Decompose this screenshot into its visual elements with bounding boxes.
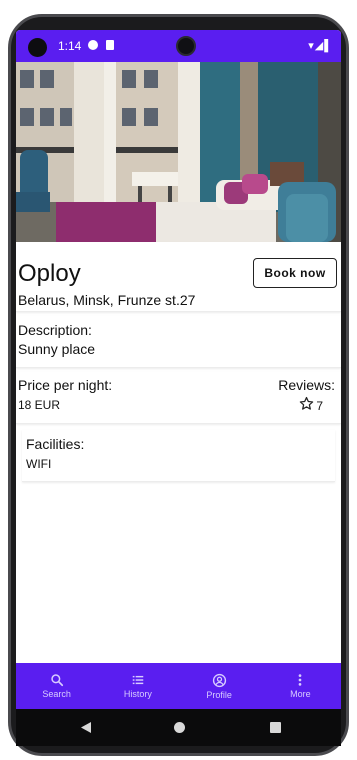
nav-profile-label: Profile <box>206 689 232 700</box>
list-icon <box>131 673 145 689</box>
star-outline-icon <box>299 396 314 416</box>
description-label: Description: <box>18 322 92 338</box>
notification-icon <box>88 40 98 50</box>
nav-search-label: Search <box>42 689 71 699</box>
nav-search[interactable]: Search <box>16 663 97 709</box>
more-vertical-icon <box>293 673 307 689</box>
nav-more[interactable]: More <box>260 663 341 709</box>
facilities-card: Facilities: WIFI <box>22 430 335 482</box>
search-icon <box>50 673 64 689</box>
signal-battery-icon: ▾◢▌ <box>308 40 333 52</box>
price-reviews-card: Price per night: 18 EUR Reviews: 7 <box>16 372 341 424</box>
facilities-label: Facilities: <box>26 436 85 452</box>
book-now-button[interactable]: Book now <box>253 258 337 288</box>
hotel-photo <box>16 62 341 242</box>
hotel-header-card: Oploy Book now Belarus, Minsk, Frunze st… <box>16 242 341 312</box>
price-value: 18 EUR <box>18 398 61 412</box>
nav-more-label: More <box>290 689 311 699</box>
status-bar: 1:14 ▾◢▌ <box>16 30 341 62</box>
reviews-rating[interactable]: 7 <box>299 396 323 416</box>
nav-profile[interactable]: Profile <box>179 663 260 709</box>
bottom-navigation: Search History Profile More <box>16 663 341 709</box>
recent-apps-icon[interactable] <box>270 722 281 733</box>
price-label: Price per night: <box>18 377 113 393</box>
nav-history-label: History <box>123 689 152 699</box>
profile-icon <box>212 673 227 690</box>
facilities-value: WIFI <box>26 457 52 471</box>
front-camera <box>176 36 196 56</box>
status-time: 1:14 <box>58 39 82 53</box>
back-icon[interactable] <box>80 721 92 739</box>
hotel-address: Belarus, Minsk, Frunze st.27 <box>18 292 196 308</box>
app-screen: 1:14 ▾◢▌ Oploy Book now Belarus, Minsk, … <box>16 30 341 746</box>
description-card: Description: Sunny place <box>16 316 341 368</box>
sd-card-icon <box>106 40 114 50</box>
hotel-name: Oploy <box>18 260 81 287</box>
nav-history[interactable]: History <box>97 663 178 709</box>
hotel-details: Oploy Book now Belarus, Minsk, Frunze st… <box>16 242 341 482</box>
home-icon[interactable] <box>174 722 185 733</box>
system-navigation-bar <box>16 709 341 746</box>
description-value: Sunny place <box>18 341 96 357</box>
camera-hole <box>28 38 47 57</box>
reviews-label: Reviews: <box>278 377 335 393</box>
reviews-count: 7 <box>316 399 323 413</box>
